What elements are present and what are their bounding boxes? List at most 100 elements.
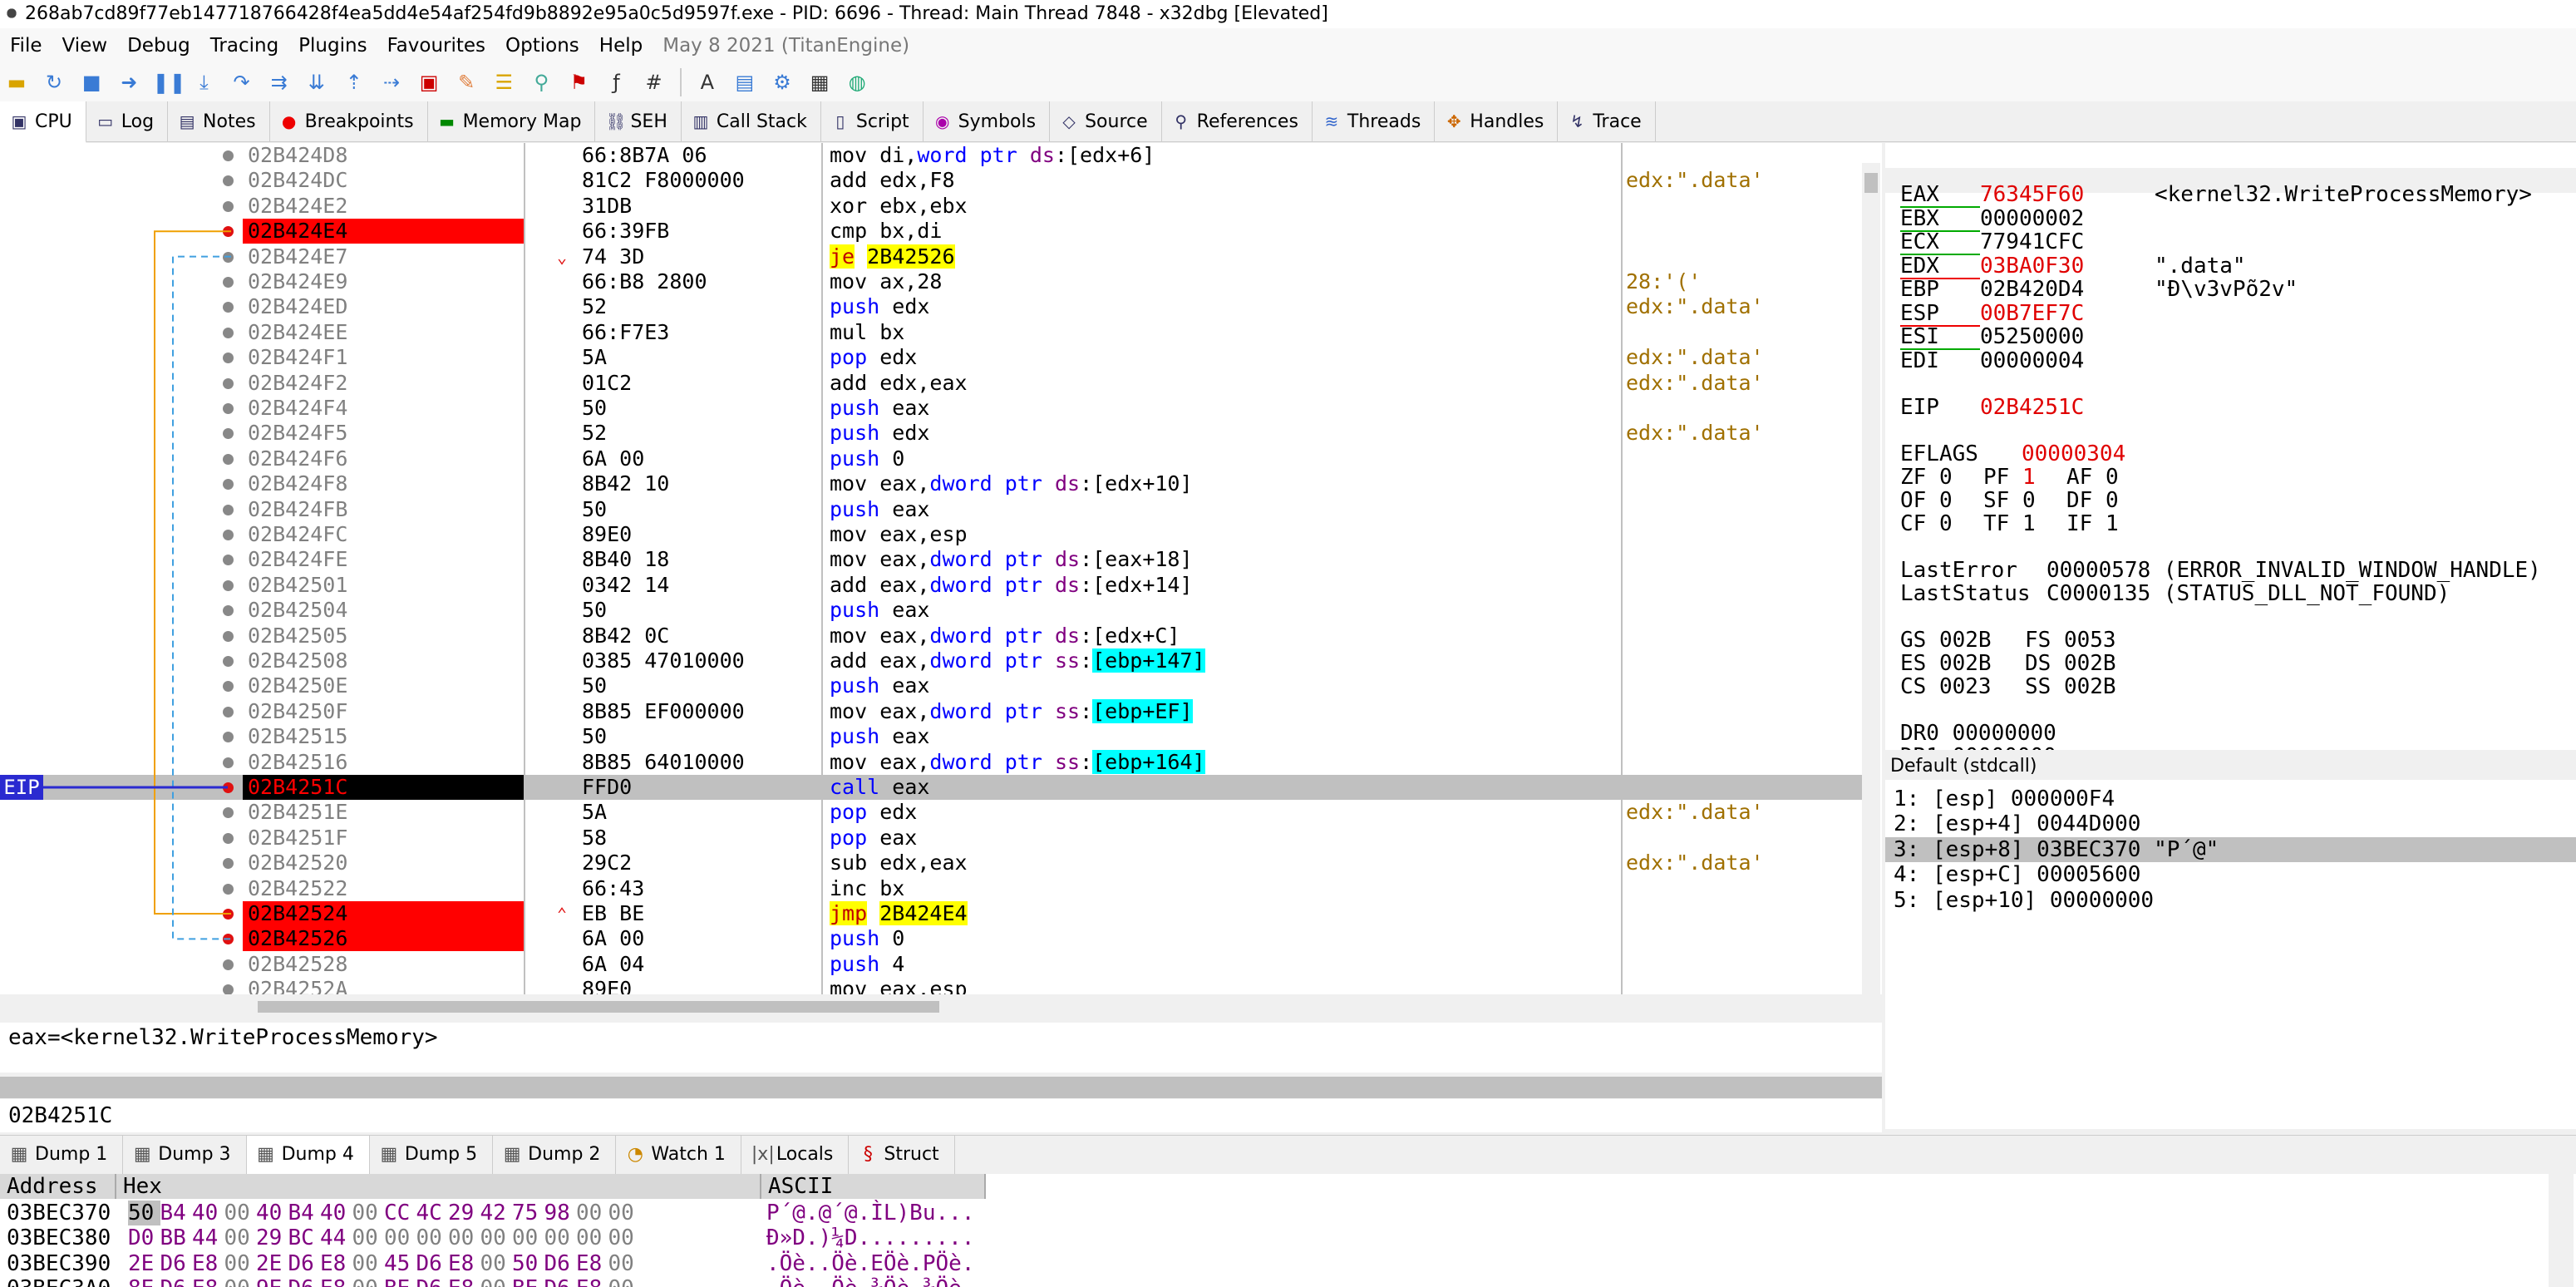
disasm-address[interactable]: 02B4251E: [243, 800, 525, 825]
tab-locals[interactable]: |x|Locals: [741, 1136, 850, 1174]
segment-register[interactable]: SS 002B: [2025, 674, 2116, 699]
dump-byte[interactable]: 44: [320, 1225, 352, 1250]
disasm-row[interactable]: 02B42524 ⌃ EB BE jmp 2B424E4: [0, 901, 1862, 926]
last-status[interactable]: LastStatus C0000135 (STATUS_DLL_NOT_FOUND…: [1900, 582, 2450, 605]
disasm-address[interactable]: 02B424FC: [243, 522, 525, 547]
step-into-icon[interactable]: ⤓: [190, 68, 218, 96]
dump-byte[interactable]: 00: [384, 1225, 416, 1250]
disasm-address[interactable]: 02B42520: [243, 851, 525, 875]
dump-byte[interactable]: 00: [224, 1276, 257, 1287]
disasm-row[interactable]: 02B42505 8B42 0C mov eax,dword ptr ds:[edx…: [0, 624, 1862, 648]
dump-byte[interactable]: E8: [448, 1251, 480, 1276]
dump-byte[interactable]: 44: [192, 1225, 224, 1250]
disasm-address[interactable]: 02B424E7: [243, 244, 525, 269]
disasm-address[interactable]: 02B42515: [243, 724, 525, 749]
disasm-row[interactable]: 02B42504 50 push eax: [0, 598, 1862, 623]
disasm-row[interactable]: 02B424E9 66:B8 2800 mov ax,28 28:'(': [0, 269, 1862, 294]
disasm-row[interactable]: 02B424D8 66:8B7A 06 mov di,word ptr ds:[ed…: [0, 143, 1862, 168]
dump-byte[interactable]: BB: [160, 1225, 193, 1250]
scylla-icon[interactable]: ▣: [415, 68, 443, 96]
stack-arg-row[interactable]: 5: [esp+10] 00000000: [1885, 888, 2576, 913]
disasm-instruction[interactable]: mov eax,esp: [830, 522, 1628, 547]
dump-byte[interactable]: 50: [512, 1251, 544, 1276]
disasm-instruction[interactable]: mul bx: [830, 320, 1628, 345]
disasm-instruction[interactable]: cmp bx,di: [830, 219, 1628, 244]
disasm-instruction[interactable]: mov eax,esp: [830, 977, 1628, 994]
step-over-icon[interactable]: ↷: [228, 68, 256, 96]
dump-byte[interactable]: E8: [576, 1251, 608, 1276]
dump-byte[interactable]: 00: [416, 1225, 449, 1250]
disasm-address[interactable]: 02B424E2: [243, 194, 525, 219]
tab-symbols[interactable]: ◉ Symbols: [924, 101, 1051, 141]
disasm-address[interactable]: 02B424D8: [243, 143, 525, 168]
flag[interactable]: PF 1: [1983, 466, 2066, 489]
disassembly-hscroll[interactable]: [241, 998, 1864, 1016]
dump-byte[interactable]: 00: [512, 1225, 544, 1250]
disasm-instruction[interactable]: add eax,dword ptr ds:[edx+14]: [830, 573, 1628, 598]
dump-ascii[interactable]: Ð»D.)¼D.........: [766, 1225, 974, 1250]
dump-byte[interactable]: 29: [448, 1201, 480, 1225]
dump-byte[interactable]: 00: [608, 1201, 641, 1225]
dump-address[interactable]: 03BEC390: [7, 1251, 111, 1276]
disasm-instruction[interactable]: jmp 2B424E4: [830, 901, 1628, 926]
dump-byte[interactable]: B4: [288, 1201, 321, 1225]
dump-byte[interactable]: 00: [352, 1201, 385, 1225]
disasm-instruction[interactable]: push eax: [830, 724, 1628, 749]
dump-byte[interactable]: BE: [384, 1276, 416, 1287]
flags-row[interactable]: OF 0 SF 0 DF 0: [1900, 489, 2150, 512]
dump-vscroll[interactable]: [2549, 1174, 2574, 1287]
segment-register[interactable]: ES 002B: [1900, 652, 2025, 675]
stack-arg-row[interactable]: 2: [esp+4] 0044D000: [1885, 811, 2576, 836]
tab-references[interactable]: ⚲ References: [1162, 101, 1313, 141]
dump-byte[interactable]: 00: [480, 1276, 513, 1287]
register-value[interactable]: 77941CFC: [1980, 230, 2155, 254]
debug-register-dr0[interactable]: DR0 00000000: [1900, 722, 2056, 745]
dump-byte[interactable]: D6: [416, 1251, 449, 1276]
tab-threads[interactable]: ≋ Threads: [1313, 101, 1436, 141]
disasm-address[interactable]: 02B424F1: [243, 345, 525, 370]
disasm-row[interactable]: 02B424E2 31DB xor ebx,ebx: [0, 194, 1862, 219]
disasm-address[interactable]: 02B424E9: [243, 269, 525, 294]
tab-watch-1[interactable]: ◔ Watch 1: [616, 1136, 741, 1174]
menu-view[interactable]: View: [52, 28, 118, 63]
disasm-address[interactable]: 02B4250F: [243, 699, 525, 724]
scroll-thumb[interactable]: [1864, 173, 1878, 193]
dump-byte[interactable]: D6: [544, 1276, 577, 1287]
tab-seh[interactable]: ⛓ SEH: [595, 101, 682, 141]
disasm-instruction[interactable]: push eax: [830, 396, 1628, 421]
dump-byte[interactable]: 00: [352, 1251, 385, 1276]
disasm-address[interactable]: 02B42526: [243, 926, 525, 952]
disasm-row[interactable]: 02B4250E 50 push eax: [0, 673, 1862, 698]
register-value[interactable]: 76345F60: [1980, 183, 2155, 206]
disasm-row[interactable]: 02B4251C FFD0 call eax: [0, 775, 1862, 800]
tab-handles[interactable]: ✥ Handles: [1435, 101, 1559, 141]
disasm-address[interactable]: 02B424FE: [243, 547, 525, 572]
register-value[interactable]: 05250000: [1980, 325, 2155, 348]
flag[interactable]: AF 0: [2066, 466, 2150, 489]
dump-byte[interactable]: D6: [416, 1276, 449, 1287]
register-ebx[interactable]: EBX 00000002: [1900, 207, 2155, 232]
disasm-row[interactable]: 02B4251E 5A pop edx edx:".data': [0, 800, 1862, 825]
disassembly-vscroll[interactable]: [1862, 163, 1880, 998]
register-value[interactable]: 02B420D4: [1980, 278, 2155, 301]
disasm-address[interactable]: 02B424EE: [243, 320, 525, 345]
debug-register-dr1[interactable]: DR1 00000000: [1900, 745, 2056, 750]
dump-byte[interactable]: 00: [608, 1225, 641, 1250]
menu-help[interactable]: Help: [589, 28, 653, 63]
disasm-address[interactable]: 02B42522: [243, 876, 525, 901]
flag[interactable]: IF 1: [2066, 512, 2150, 535]
tab-dump-2[interactable]: ▦ Dump 2: [493, 1136, 617, 1174]
dump-byte[interactable]: 4C: [416, 1201, 449, 1225]
disasm-instruction[interactable]: push eax: [830, 497, 1628, 522]
tab-memory-map[interactable]: ▬ Memory Map: [428, 101, 596, 141]
disasm-address[interactable]: 02B42504: [243, 598, 525, 623]
disasm-row[interactable]: 02B42522 66:43 inc bx: [0, 876, 1862, 901]
tab-dump-5[interactable]: ▦ Dump 5: [370, 1136, 494, 1174]
tab-notes[interactable]: ▤ Notes: [168, 101, 270, 141]
globe-icon[interactable]: ◍: [843, 68, 871, 96]
register-esp[interactable]: ESP 00B7EF7C: [1900, 302, 2155, 327]
disasm-instruction[interactable]: mov eax,dword ptr ds:[edx+10]: [830, 471, 1628, 496]
register-value[interactable]: 00000304: [2022, 441, 2125, 466]
flags-row[interactable]: CF 0 TF 1 IF 1: [1900, 512, 2150, 535]
functions-icon[interactable]: ƒ: [603, 68, 631, 96]
